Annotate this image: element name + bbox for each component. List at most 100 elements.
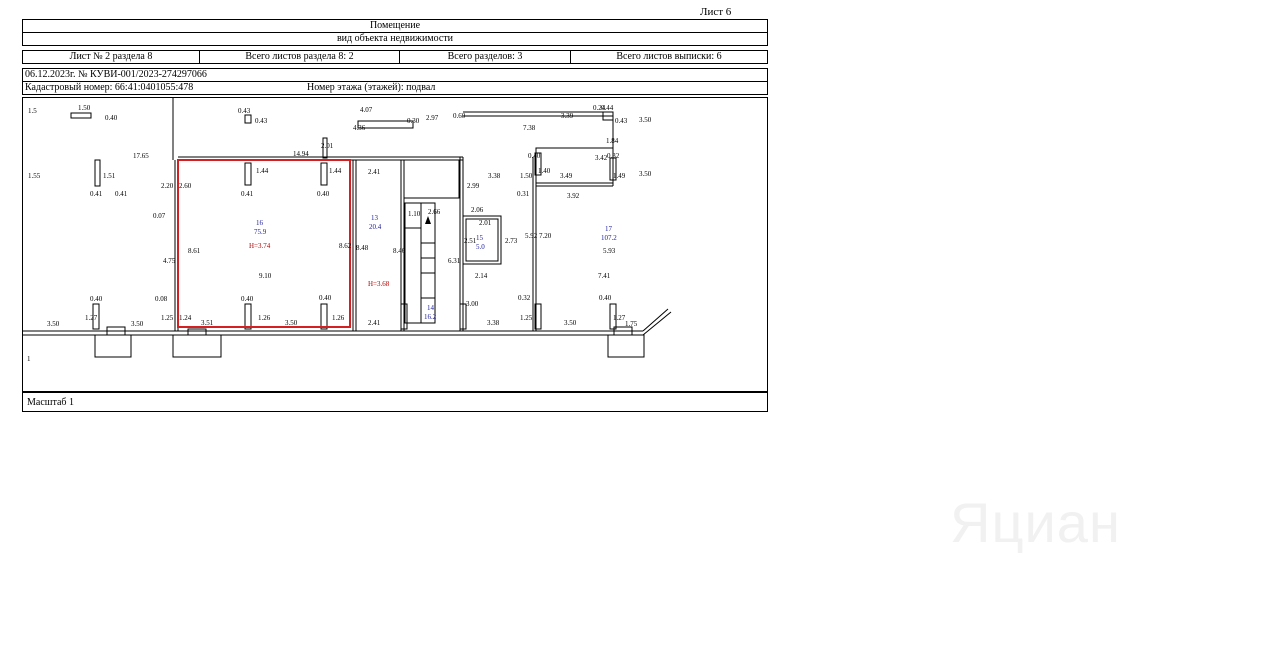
dim-label: 0.60	[453, 112, 466, 120]
dim-label: 8.62	[339, 242, 352, 250]
dim-label: 4.36	[353, 124, 366, 132]
dim-label: 3.00	[466, 300, 479, 308]
dim-label: 0.40	[105, 114, 118, 122]
dim-label: 0.43	[255, 117, 268, 125]
dim-label: 7.20	[539, 232, 552, 240]
sheet-info-cell: Лист № 2 раздела 8	[23, 51, 200, 63]
room-number: 13	[371, 214, 379, 222]
object-subtitle: вид объекта недвижимости	[22, 33, 768, 46]
dim-label: 1.75	[625, 320, 638, 328]
dim-label: 2.73	[505, 237, 518, 245]
room-area: 107.2	[601, 234, 617, 242]
dim-label: 1.5	[28, 107, 37, 115]
dim-label: 5.92	[525, 232, 538, 240]
floor-number: Номер этажа (этажей): подвал	[307, 82, 436, 93]
room-area: 20.4	[369, 223, 382, 231]
dim-label: 8.46	[393, 247, 406, 255]
room-height: H=3.68	[368, 280, 390, 288]
dim-label: 2.51	[464, 237, 477, 245]
dim-label: 2.41	[368, 319, 381, 327]
dim-label: 0.43	[615, 117, 628, 125]
dim-label: 9.10	[259, 272, 272, 280]
dim-label: 2.01	[479, 219, 492, 227]
dim-label: 1.55	[28, 172, 41, 180]
dim-label: 6.31	[448, 257, 461, 265]
dim-label: 3.50	[285, 319, 298, 327]
dim-label: 1.50	[520, 172, 533, 180]
dim-label: 2.20	[161, 182, 174, 190]
dim-label: 1.26	[332, 314, 345, 322]
dim-label: 3.50	[639, 116, 652, 124]
dim-label: 1.51	[103, 172, 116, 180]
dim-label: 1.10	[408, 210, 421, 218]
room-area: 75.9	[254, 228, 267, 236]
dim-label: 2.01	[321, 142, 334, 150]
record-number: 06.12.2023г. № КУВИ-001/2023-274297066	[22, 68, 768, 82]
dim-label: 3.50	[639, 170, 652, 178]
dim-label: 3.38	[487, 319, 500, 327]
cadastral-number: Кадастровый номер: 66:41:0401055:478	[25, 82, 194, 93]
dim-label: 0.31	[517, 190, 530, 198]
watermark-logo: Яциан	[950, 491, 1121, 554]
dim-label: 0.44	[601, 104, 614, 112]
dim-label: 3.49	[560, 172, 573, 180]
dim-label: 0.40	[599, 294, 612, 302]
dim-label: 1.27	[613, 314, 626, 322]
floor-plan-drawing: 1.5 1.50 0.40 0.43 0.43 4.07 4.36 0.30 2…	[23, 98, 672, 363]
room-area: 5.0	[476, 243, 485, 251]
dim-label: 1.24	[179, 314, 192, 322]
floor-plan: 1.5 1.50 0.40 0.43 0.43 4.07 4.36 0.30 2…	[22, 97, 768, 392]
plan-marker: 1	[27, 355, 31, 363]
sheet-info-cell: Всего листов выписки: 6	[616, 51, 722, 62]
dim-label: 0.40	[241, 295, 254, 303]
sheet-info-cell: Всего листов раздела 8: 2	[200, 51, 400, 63]
dim-label: 4.75	[163, 257, 176, 265]
dim-label: 17.65	[133, 152, 149, 160]
dim-label: 1.27	[85, 314, 98, 322]
dim-label: 1.40	[538, 167, 551, 175]
dim-label: 7.38	[523, 124, 536, 132]
room-number: 14	[427, 304, 435, 312]
room-height: H=3.74	[249, 242, 271, 250]
dim-label: 1.84	[606, 137, 619, 145]
dim-label: 3.51	[201, 319, 214, 327]
dim-label: 0.41	[241, 190, 254, 198]
object-title: Помещение	[22, 19, 768, 33]
scale-label: Масштаб 1	[22, 392, 768, 412]
dim-label: 1.25	[520, 314, 533, 322]
dim-label: 0.40	[528, 152, 541, 160]
dim-label: 2.60	[179, 182, 192, 190]
sheet-number: Лист 6	[700, 6, 732, 18]
dim-label: 0.43	[238, 107, 251, 115]
dim-label: 1.25	[161, 314, 174, 322]
dim-label: 1.26	[258, 314, 271, 322]
dim-label: 0.08	[155, 295, 168, 303]
room-number: 15	[476, 234, 484, 242]
dim-label: 2.41	[368, 168, 381, 176]
dim-label: 0.40	[90, 295, 103, 303]
dim-label: 3.92	[567, 192, 580, 200]
dim-label: 2.14	[475, 272, 488, 280]
dim-label: 0.41	[90, 190, 103, 198]
dim-label: 5.93	[603, 247, 616, 255]
room-number: 16	[256, 219, 264, 227]
dim-label: 0.40	[319, 294, 332, 302]
sheet-info-cell: Всего разделов: 3	[400, 51, 571, 63]
dim-label: 1.49	[613, 172, 626, 180]
sheet-info-row: Лист № 2 раздела 8 Всего листов раздела …	[22, 50, 768, 64]
dim-label: 3.50	[564, 319, 577, 327]
dim-label: 3.38	[488, 172, 501, 180]
dim-label: 3.42	[595, 154, 608, 162]
dim-label: 2.06	[471, 206, 484, 214]
extract-header: Помещение вид объекта недвижимости Лист …	[22, 19, 768, 95]
dim-label: 0.07	[153, 212, 166, 220]
dim-label: 1.44	[329, 167, 342, 175]
cadastral-row: Кадастровый номер: 66:41:0401055:478 Ном…	[22, 82, 768, 95]
dim-label: 2.99	[467, 182, 480, 190]
dim-label: 2.97	[426, 114, 439, 122]
dim-label: 3.39	[561, 112, 574, 120]
dim-label: 1.44	[256, 167, 269, 175]
room-area: 16.2	[424, 313, 437, 321]
dim-label: 8.48	[356, 244, 369, 252]
dim-label: 1.50	[78, 104, 91, 112]
